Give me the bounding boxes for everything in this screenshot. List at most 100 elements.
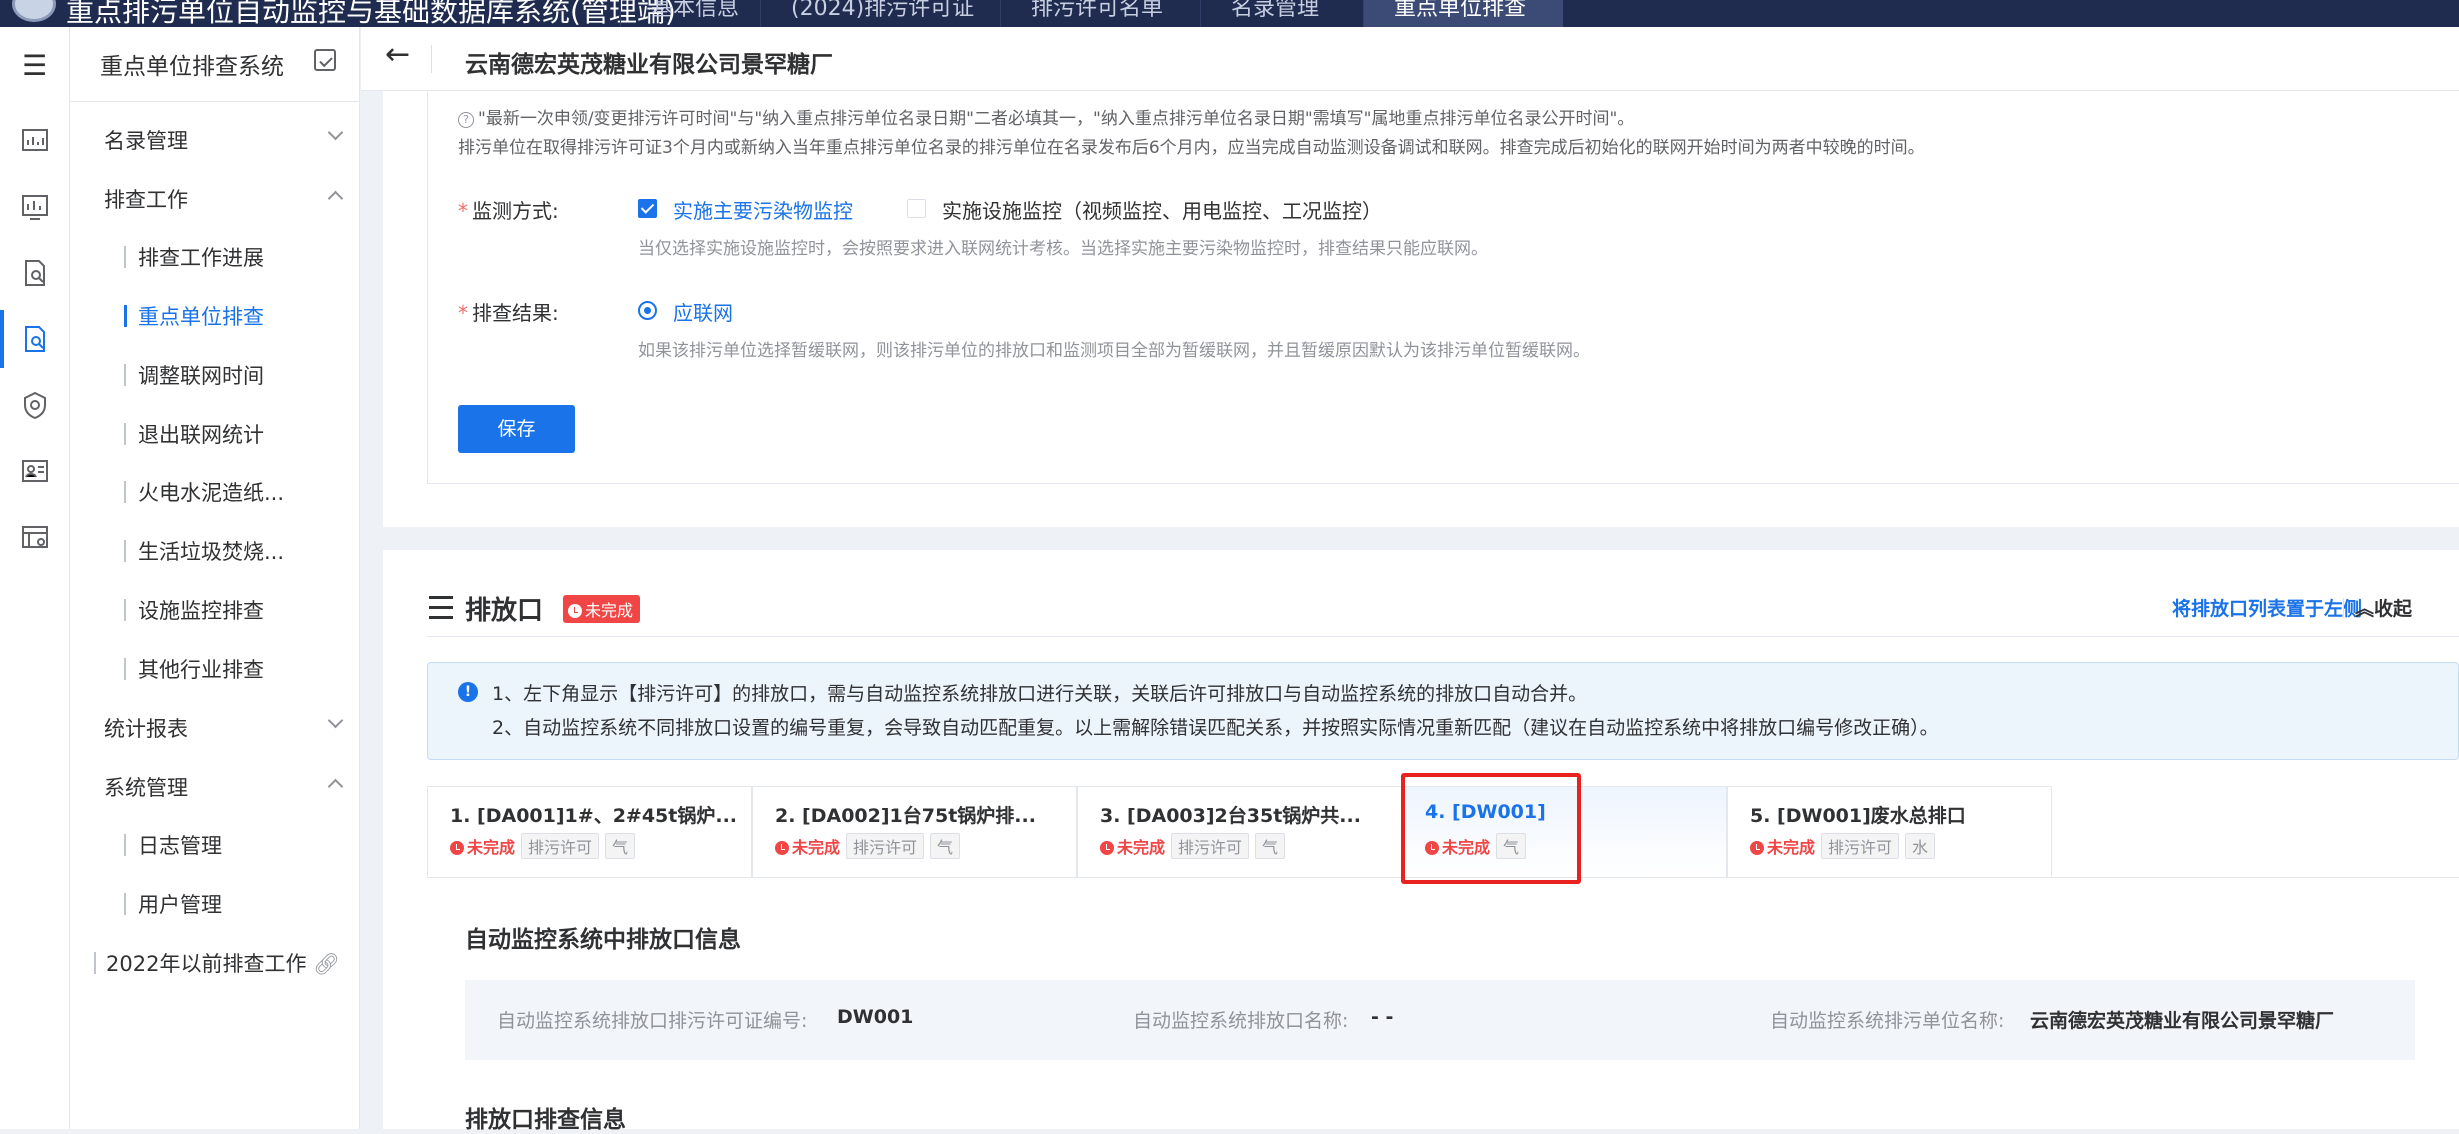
form-note-2: 排污单位在取得排污许可证3个月内或新纳入当年重点排污单位名录的排污单位在名录发布…: [458, 138, 1925, 158]
monitor-chart-icon[interactable]: [20, 192, 50, 222]
medium-tag: 气: [930, 833, 961, 859]
document-search-active-icon[interactable]: [20, 324, 50, 354]
medium-tag: 气: [605, 833, 636, 859]
outlets-card: 排放口 未完成 将排放口列表置于左侧 ︽收起 ! 1、左下角显示【排污许可】的排…: [383, 550, 2459, 1133]
system-title: 重点排污单位自动监控与基础数据库系统(管理端): [66, 0, 676, 27]
chevron-down-icon: [327, 712, 344, 729]
sidebar-item-legacy[interactable]: 2022年以前排查工作 🔗︎: [94, 948, 340, 978]
document-search-icon[interactable]: [20, 258, 50, 288]
required-asterisk: *: [458, 301, 468, 325]
monitor-facility-checkbox[interactable]: [907, 199, 926, 218]
monitor-facility-label[interactable]: 实施设施监控（视频监控、用电监控、工况监控）: [942, 195, 1382, 224]
sidebar-item-adjust-time[interactable]: 调整联网时间: [124, 360, 264, 390]
collapse-button[interactable]: ︽收起: [2355, 594, 2412, 621]
outlet-status: 未完成: [775, 838, 840, 857]
sidebar-item-reports[interactable]: 统计报表: [104, 712, 344, 743]
outlet-tab-name: 4. [DW001]: [1425, 801, 1546, 823]
alert-line-2: 2、自动监控系统不同排放口设置的编号重复，会导致自动匹配重复。以上需解除错误匹配…: [492, 717, 1939, 739]
header-divider: [2343, 598, 2344, 618]
outlet-tab-meta: 未完成 排污许可水: [1750, 833, 1936, 859]
clock-icon: [775, 841, 789, 855]
outlet-status: 未完成: [1750, 838, 1815, 857]
sidebar-item-progress[interactable]: 排查工作进展: [124, 242, 264, 272]
sidebar-item-facility[interactable]: 设施监控排查: [124, 595, 264, 625]
status-badge: 未完成: [563, 595, 641, 623]
outlet-tab-2[interactable]: 2. [DA002]1台75t锅炉排... 未完成 排污许可气: [752, 786, 1077, 878]
screening-form-card: ? "最新一次申领/变更排污许可时间"与"纳入重点排污单位名录日期"二者必填其一，…: [383, 91, 2459, 527]
permit-tag: 排污许可: [846, 833, 925, 859]
permit-tag: 排污许可: [1821, 833, 1900, 859]
outlet-status: 未完成: [1100, 838, 1165, 857]
sidebar-collapse-icon[interactable]: [314, 49, 336, 71]
clock-icon: [1750, 841, 1764, 855]
header-divider: [431, 45, 432, 73]
top-tab-key-unit-screening[interactable]: 重点单位排查: [1363, 0, 1563, 27]
outlet-status: 未完成: [450, 838, 515, 857]
top-tab-permit-list[interactable]: 排污许可名单: [1000, 0, 1200, 27]
top-tab-directory[interactable]: 名录管理: [1200, 0, 1360, 27]
outlet-status: 未完成: [1425, 838, 1490, 857]
permit-tag: 排污许可: [521, 833, 600, 859]
sidebar-item-power-cement[interactable]: 火电水泥造纸...: [124, 477, 284, 507]
chevron-up-double-icon: ︽: [2355, 598, 2375, 620]
sidebar-item-other[interactable]: 其他行业排查: [124, 654, 264, 684]
sidebar: 重点单位排查系统 名录管理 排查工作 排查工作进展 重点单位排查 调整联网时间 …: [70, 27, 360, 1129]
outlet-tab-1[interactable]: 1. [DA001]1#、2#45t锅炉... 未完成 排污许可气: [427, 786, 752, 878]
outlet-tab-name: 2. [DA002]1台75t锅炉排...: [775, 805, 1036, 827]
tabs-divider: [427, 877, 2459, 878]
monitor-pollutant-checkbox[interactable]: [638, 199, 657, 218]
monitor-pollutant-label[interactable]: 实施主要污染物监控: [673, 195, 853, 224]
save-button[interactable]: 保存: [458, 405, 575, 453]
sidebar-item-logs[interactable]: 日志管理: [124, 830, 222, 860]
outlet-tab-4[interactable]: 4. [DW001] 未完成气: [1402, 786, 1727, 878]
form-border-bottom: [427, 483, 2459, 484]
permit-number-label: 自动监控系统排放口排污许可证编号:: [497, 1010, 808, 1032]
data-table-icon[interactable]: [20, 522, 50, 552]
auto-monitor-info-box: 自动监控系统排放口排污许可证编号: DW001 自动监控系统排放口名称: - -…: [465, 980, 2415, 1060]
outlet-tab-name: 1. [DA001]1#、2#45t锅炉...: [450, 805, 738, 827]
sidebar-item-key-unit[interactable]: 重点单位排查: [124, 301, 264, 331]
permit-tag: 排污许可: [1171, 833, 1250, 859]
outlet-tab-name: 5. [DW001]废水总排口: [1750, 805, 1966, 827]
info-alert: ! 1、左下角显示【排污许可】的排放口，需与自动监控系统排放口进行关联，关联后许…: [427, 662, 2459, 760]
back-arrow-icon[interactable]: ←: [385, 37, 410, 72]
sidebar-item-users[interactable]: 用户管理: [124, 889, 222, 919]
outlet-name-value: - -: [1371, 1006, 1394, 1028]
medium-tag: 气: [1496, 833, 1527, 859]
id-card-icon[interactable]: [20, 456, 50, 486]
sidebar-divider: [70, 101, 360, 102]
form-note-1: ? "最新一次申领/变更排污许可时间"与"纳入重点排污单位名录日期"二者必填其一，…: [458, 104, 1634, 129]
result-online-radio[interactable]: [638, 301, 657, 320]
sidebar-item-exit-stats[interactable]: 退出联网统计: [124, 419, 264, 449]
system-logo: [12, 0, 56, 22]
outlet-tab-5[interactable]: 5. [DW001]废水总排口 未完成 排污许可水: [1727, 786, 2052, 878]
sidebar-item-system[interactable]: 系统管理: [104, 772, 344, 802]
sidebar-item-screening[interactable]: 排查工作: [104, 184, 344, 214]
chevron-up-icon: [327, 778, 344, 795]
clock-icon: [450, 841, 464, 855]
medium-tag: 气: [1255, 833, 1286, 859]
top-tab-permit[interactable]: (2024)排污许可证: [760, 0, 1000, 27]
sidebar-item-garbage[interactable]: 生活垃圾焚烧...: [124, 536, 284, 566]
unit-name-label: 自动监控系统排污单位名称:: [1770, 1010, 2005, 1032]
page-header: ← 云南德宏英茂糖业有限公司景罕糖厂: [361, 27, 2459, 91]
result-online-label[interactable]: 应联网: [673, 297, 733, 326]
alert-line-1: 1、左下角显示【排污许可】的排放口，需与自动监控系统排放口进行关联，关联后许可排…: [492, 683, 1588, 705]
section-divider: [427, 636, 2459, 637]
chart-icon[interactable]: [20, 126, 50, 156]
chevron-up-icon: [327, 190, 344, 207]
outlet-tab-3[interactable]: 3. [DA003]2台35t锅炉共... 未完成 排污许可气: [1077, 786, 1402, 878]
medium-tag: 水: [1905, 833, 1936, 859]
outlet-tab-meta: 未完成 排污许可气: [450, 833, 636, 859]
info-icon: !: [458, 682, 478, 702]
outlet-tab-meta: 未完成气: [1425, 833, 1527, 859]
move-list-left-link[interactable]: 将排放口列表置于左侧: [2172, 594, 2362, 621]
shield-search-icon[interactable]: [20, 390, 50, 420]
sidebar-item-directory[interactable]: 名录管理: [104, 124, 344, 155]
top-tab-basic-info[interactable]: 基本信息: [620, 0, 760, 27]
menu-icon[interactable]: ☰: [22, 49, 47, 82]
outlet-tab-meta: 未完成 排污许可气: [1100, 833, 1286, 859]
top-navigation-bar: 重点排污单位自动监控与基础数据库系统(管理端) 基本信息 (2024)排污许可证…: [0, 0, 2459, 27]
chevron-down-icon: [327, 124, 344, 141]
sidebar-title: 重点单位排查系统: [100, 54, 284, 80]
